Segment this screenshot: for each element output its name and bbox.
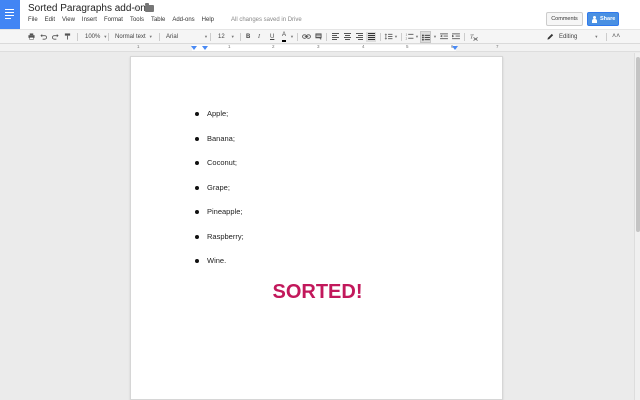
ruler-number: 5 <box>406 44 409 49</box>
save-status[interactable]: All changes saved in Drive <box>231 17 302 23</box>
menu-file[interactable]: File <box>28 17 38 23</box>
zoom-select[interactable]: 100% ▼ <box>85 30 107 44</box>
print-icon[interactable] <box>28 33 35 40</box>
menu-tools[interactable]: Tools <box>130 17 144 23</box>
menu-addons[interactable]: Add-ons <box>172 17 194 23</box>
sorted-banner: SORTED! <box>272 281 363 303</box>
paint-format-icon[interactable] <box>64 33 71 40</box>
numbered-list-icon[interactable]: 12 <box>405 33 414 40</box>
document-title[interactable]: Sorted Paragraphs add-on <box>28 3 146 14</box>
align-left-icon[interactable] <box>332 33 339 40</box>
pencil-icon <box>547 33 554 40</box>
list-item-text: Raspberry; <box>207 231 244 241</box>
list-item[interactable]: Wine. <box>195 256 244 281</box>
text-color-button[interactable]: A <box>282 30 287 42</box>
comment-icon[interactable] <box>315 33 322 40</box>
line-spacing-icon[interactable] <box>384 33 393 40</box>
bullet-list: Apple; Banana; Coconut; Grape; Pineapple… <box>195 109 244 281</box>
menu-help[interactable]: Help <box>202 17 214 23</box>
bold-button[interactable]: B <box>246 30 250 44</box>
ruler: 1 1 2 3 4 5 6 7 <box>0 44 640 52</box>
line-spacing-caret-icon[interactable]: ▼ <box>394 30 398 44</box>
ruler-number: 2 <box>272 44 275 49</box>
ruler-number: 3 <box>317 44 320 49</box>
menu-insert[interactable]: Insert <box>82 17 97 23</box>
menu-view[interactable]: View <box>62 17 75 23</box>
list-item-text: Banana; <box>207 133 235 143</box>
toolbar: 100% ▼ Normal text ▼ Arial ▼ 12 ▼ B I U A ▼ … <box>0 29 640 44</box>
underline-button[interactable]: U <box>270 30 274 44</box>
scrollbar[interactable] <box>634 53 640 400</box>
star-icon[interactable]: ☆ <box>132 3 140 14</box>
bullet-dot <box>195 185 199 190</box>
bullet-dot <box>195 259 199 263</box>
increase-indent-icon[interactable] <box>452 33 460 40</box>
italic-button[interactable]: I <box>258 30 260 44</box>
list-item-text: Wine. <box>207 256 227 265</box>
bullet-dot <box>195 161 199 165</box>
menu-bar: File Edit View Insert Format Tools Table… <box>28 17 221 23</box>
text-color-caret-icon[interactable]: ▼ <box>290 30 294 44</box>
scrollbar-thumb[interactable] <box>636 57 640 232</box>
menu-edit[interactable]: Edit <box>45 17 55 23</box>
ruler-number: 1 <box>137 44 140 49</box>
svg-text:2: 2 <box>406 37 408 40</box>
bullet-dot <box>195 210 199 214</box>
link-icon[interactable] <box>302 33 311 40</box>
font-size-select[interactable]: 12 ▼ <box>218 30 235 44</box>
list-item-text: Coconut; <box>207 158 238 167</box>
list-item[interactable]: Grape; <box>195 183 244 208</box>
list-item[interactable]: Apple; <box>195 109 244 134</box>
svg-text:1: 1 <box>406 33 408 37</box>
list-item-text: Grape; <box>207 182 230 192</box>
list-item[interactable]: Banana; <box>195 134 244 159</box>
bulleted-list-icon <box>422 34 430 41</box>
bullet-dot <box>195 234 199 239</box>
align-center-icon[interactable] <box>344 33 351 40</box>
comments-button[interactable]: Comments <box>546 12 583 26</box>
collapse-menus-icon[interactable]: ˄˄ <box>612 30 620 44</box>
redo-icon[interactable] <box>52 33 59 40</box>
right-indent-marker[interactable] <box>452 46 458 50</box>
menu-table[interactable]: Table <box>151 17 165 23</box>
left-indent-marker[interactable] <box>191 46 197 50</box>
font-select[interactable]: Arial ▼ <box>166 30 208 44</box>
editing-mode-select[interactable]: Editing ▼ <box>559 30 598 44</box>
list-item[interactable]: Coconut; <box>195 158 244 183</box>
person-icon <box>592 16 597 23</box>
list-item[interactable]: Pineapple; <box>195 207 244 232</box>
first-line-indent-marker[interactable] <box>202 46 208 50</box>
list-item-text: Apple; <box>207 109 229 118</box>
ruler-number: 7 <box>496 44 499 49</box>
numbered-list-caret-icon[interactable]: ▼ <box>415 30 419 44</box>
ruler-number: 1 <box>228 44 231 49</box>
list-item[interactable]: Raspberry; <box>195 232 244 257</box>
bullet-dot <box>195 112 199 116</box>
list-item-text: Pineapple; <box>207 207 243 216</box>
docs-logo-icon[interactable] <box>0 0 20 29</box>
align-justify-icon[interactable] <box>366 32 376 42</box>
app-header: Sorted Paragraphs add-on ☆ File Edit Vie… <box>0 0 640 29</box>
menu-format[interactable]: Format <box>104 17 123 23</box>
bulleted-list-button[interactable] <box>420 31 431 43</box>
align-right-icon[interactable] <box>356 33 363 40</box>
bullet-dot <box>195 136 199 141</box>
folder-icon[interactable] <box>145 3 154 12</box>
svg-text:T: T <box>470 33 474 40</box>
style-select[interactable]: Normal text ▼ <box>115 30 153 44</box>
undo-icon[interactable] <box>40 33 47 40</box>
decrease-indent-icon[interactable] <box>440 33 448 40</box>
share-button[interactable]: Share <box>587 12 619 26</box>
document-page[interactable]: Apple; Banana; Coconut; Grape; Pineapple… <box>130 56 503 400</box>
share-label: Share <box>600 16 616 22</box>
ruler-number: 4 <box>362 44 365 49</box>
bulleted-list-caret-icon[interactable]: ▼ <box>433 30 437 44</box>
clear-formatting-icon[interactable]: T <box>470 33 478 41</box>
